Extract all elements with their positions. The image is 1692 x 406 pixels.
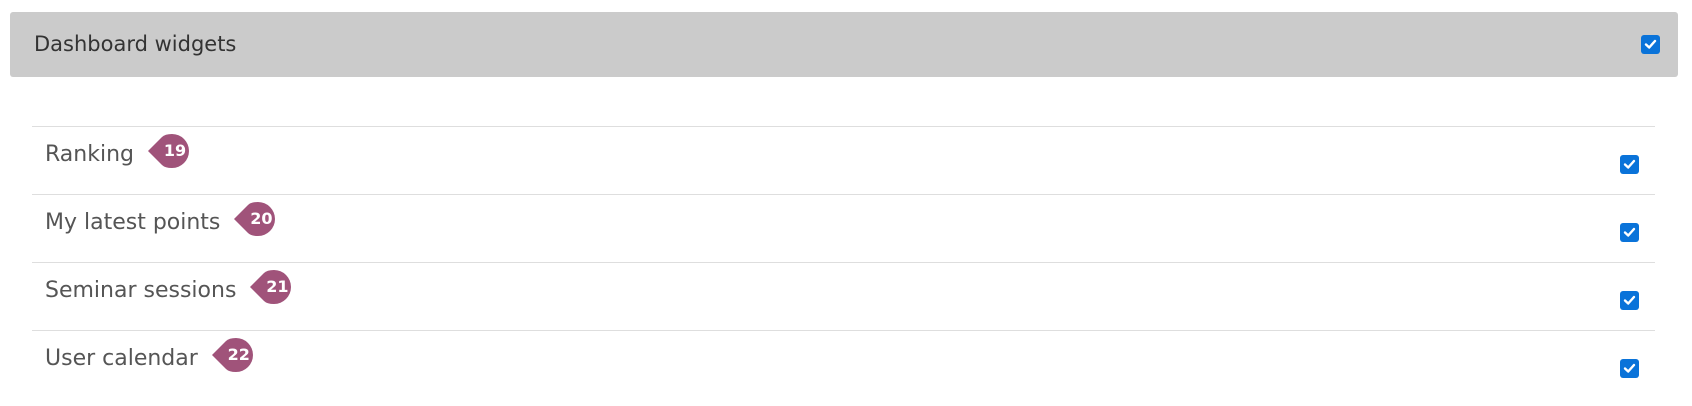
widget-checkbox-user-calendar[interactable] <box>1620 359 1639 378</box>
badge-number: 20 <box>250 209 273 228</box>
tour-step-badge: 21 <box>250 270 292 304</box>
widget-list: Ranking 19 My latest points 20 Seminar ses… <box>32 126 1655 398</box>
widget-row-ranking: Ranking 19 <box>32 126 1655 194</box>
checkmark-icon <box>1623 295 1636 305</box>
widget-checkbox-ranking[interactable] <box>1620 155 1639 174</box>
widget-checkbox-my-latest-points[interactable] <box>1620 223 1639 242</box>
checkmark-icon <box>1623 227 1636 237</box>
badge-number: 22 <box>227 345 250 364</box>
checkmark-icon <box>1623 363 1636 373</box>
checkmark-icon <box>1644 39 1657 49</box>
widget-label: My latest points 20 <box>45 202 276 240</box>
tour-step-badge: 19 <box>148 134 190 168</box>
widget-row-my-latest-points: My latest points 20 <box>32 194 1655 262</box>
badge-number: 19 <box>163 141 187 160</box>
dashboard-widgets-panel: Dashboard widgets Ranking 19 My latest po… <box>0 0 1692 406</box>
badge-number: 21 <box>266 277 289 296</box>
widget-label: Ranking 19 <box>45 134 190 172</box>
panel-header: Dashboard widgets <box>10 12 1678 77</box>
tour-step-badge: 22 <box>211 338 254 372</box>
tour-step-badge: 20 <box>234 202 276 236</box>
select-all-checkbox[interactable] <box>1641 35 1660 54</box>
checkmark-icon <box>1623 159 1636 169</box>
widget-row-user-calendar: User calendar 22 <box>32 330 1655 398</box>
widget-label: Seminar sessions 21 <box>45 270 292 308</box>
widget-checkbox-seminar-sessions[interactable] <box>1620 291 1639 310</box>
widget-row-seminar-sessions: Seminar sessions 21 <box>32 262 1655 330</box>
widget-label: User calendar 22 <box>45 338 254 376</box>
panel-title: Dashboard widgets <box>34 32 237 56</box>
